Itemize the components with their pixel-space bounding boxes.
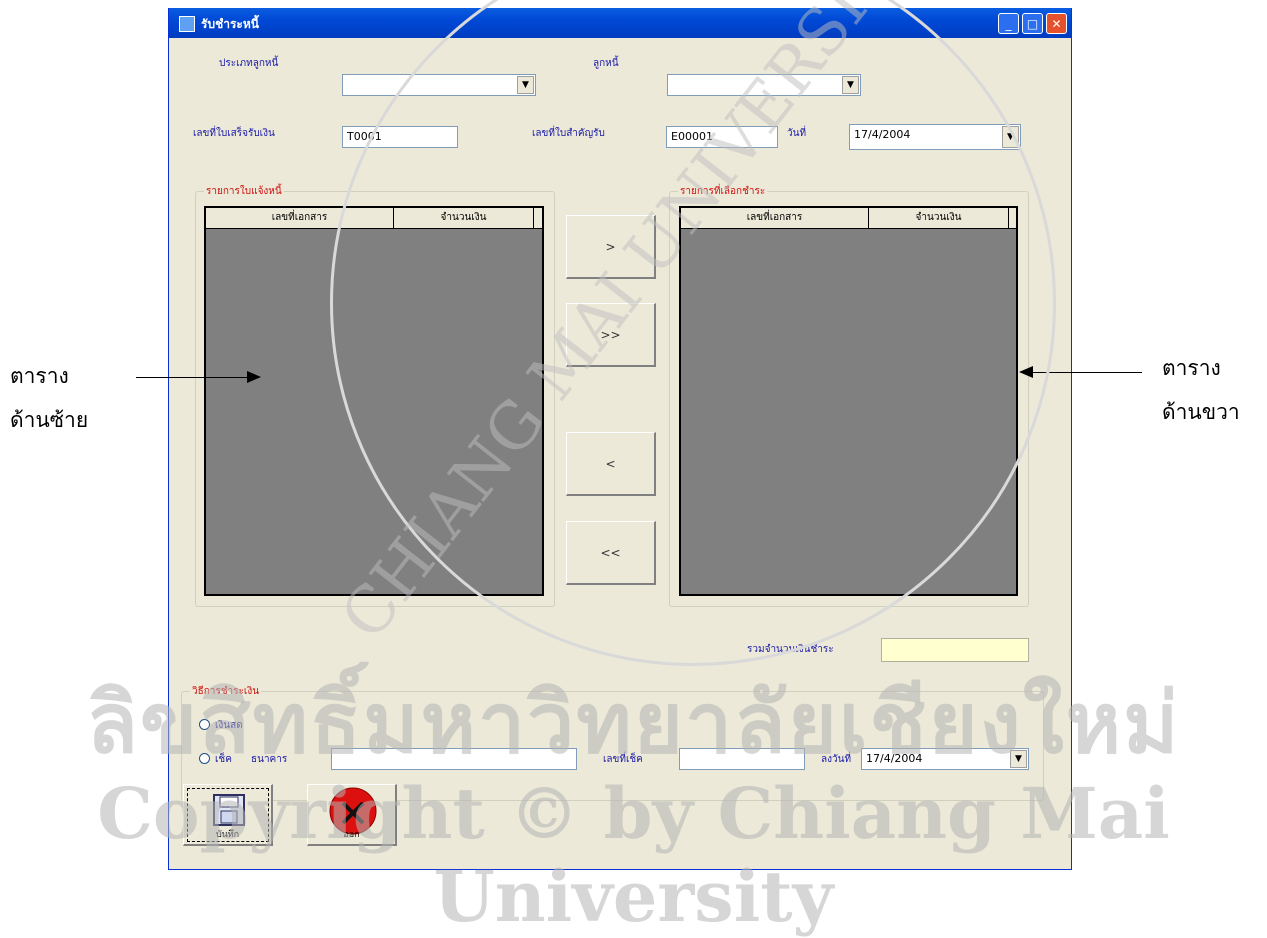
receipt-no-field[interactable]: T0001 <box>342 126 458 148</box>
total-field <box>881 638 1029 662</box>
right-arrow <box>1030 372 1142 373</box>
column-header[interactable]: จำนวนเงิน <box>394 208 534 228</box>
left-grid-header: เลขที่เอกสาร จำนวนเงิน <box>206 208 542 229</box>
minimize-button[interactable]: _ <box>998 13 1019 34</box>
chevron-down-icon[interactable]: ▼ <box>517 76 534 94</box>
selected-group-title: รายการที่เลือกชำระ <box>678 184 768 199</box>
left-annotation: ตาราง ด้านซ้าย <box>10 354 88 442</box>
arrow-right-icon <box>247 371 261 383</box>
cheque-date-picker[interactable]: 17/4/2004 ▼ <box>861 748 1029 770</box>
left-annotation-line2: ด้านซ้าย <box>10 408 89 432</box>
column-header[interactable]: จำนวนเงิน <box>869 208 1009 228</box>
arrow-left-icon <box>1019 366 1033 378</box>
move-all-right-button[interactable]: >> <box>566 303 656 367</box>
floppy-disk-icon <box>213 794 245 826</box>
voucher-no-label: เลขที่ใบสำคัญรับ <box>532 128 605 139</box>
window-title: รับชำระหนี้ <box>201 17 259 31</box>
close-button[interactable]: ✕ <box>1046 13 1067 34</box>
left-grid[interactable]: เลขที่เอกสาร จำนวนเงิน <box>204 206 544 596</box>
app-icon <box>179 16 195 32</box>
receipt-no-label: เลขที่ใบเสร็จรับเงิน <box>193 128 275 139</box>
left-annotation-line1: ตาราง <box>10 364 69 388</box>
chevron-down-icon[interactable]: ▼ <box>1002 126 1019 148</box>
move-one-left-button[interactable]: < <box>566 432 656 496</box>
move-one-right-button[interactable]: > <box>566 215 656 279</box>
debtor-combo[interactable]: ▼ <box>667 74 861 96</box>
payment-group-title: วิธีการชำระเงิน <box>190 684 262 699</box>
save-button[interactable]: บันทึก <box>183 784 273 846</box>
maximize-button[interactable]: □ <box>1022 13 1043 34</box>
cheque-radio[interactable] <box>199 753 210 764</box>
selected-group: รายการที่เลือกชำระ เลขที่เอกสาร จำนวนเงิ… <box>669 184 1029 607</box>
save-label: บันทึก <box>215 830 240 840</box>
cash-radio[interactable] <box>199 719 210 730</box>
right-annotation: ตาราง ด้านขวา <box>1162 346 1240 434</box>
invoice-group-title: รายการใบแจ้งหนี้ <box>204 184 284 199</box>
move-all-left-button[interactable]: << <box>566 521 656 585</box>
payment-window: รับชำระหนี้ _ □ ✕ ประเภทลูกหนี้ ▼ ลูกหนี… <box>168 8 1072 870</box>
exit-button[interactable]: ออก <box>307 784 397 846</box>
chevron-down-icon[interactable]: ▼ <box>842 76 859 94</box>
right-grid-header: เลขที่เอกสาร จำนวนเงิน <box>681 208 1016 229</box>
voucher-no-field[interactable]: E00001 <box>666 126 778 148</box>
right-annotation-line2: ด้านขวา <box>1162 400 1240 424</box>
chevron-down-icon[interactable]: ▼ <box>1010 750 1027 768</box>
right-annotation-line1: ตาราง <box>1162 356 1221 380</box>
exit-label: ออก <box>343 830 360 840</box>
column-header[interactable]: เลขที่เอกสาร <box>681 208 869 228</box>
date-picker[interactable]: 17/4/2004 ▼ <box>849 124 1021 150</box>
customer-type-label: ประเภทลูกหนี้ <box>219 58 279 69</box>
cheque-no-field[interactable] <box>679 748 805 770</box>
customer-type-combo[interactable]: ▼ <box>342 74 536 96</box>
cash-label: เงินสด <box>215 720 243 731</box>
total-label: รวมจำนวนเงินชำระ <box>747 644 834 655</box>
column-header[interactable]: เลขที่เอกสาร <box>206 208 394 228</box>
bank-field[interactable] <box>331 748 577 770</box>
cheque-label: เช็ค <box>215 754 232 765</box>
debtor-label: ลูกหนี้ <box>593 58 619 69</box>
bank-label: ธนาคาร <box>251 754 288 765</box>
date-label: วันที่ <box>787 128 807 139</box>
title-bar: รับชำระหนี้ _ □ ✕ <box>169 8 1071 38</box>
cheque-date-label: ลงวันที่ <box>821 754 852 765</box>
invoice-group: รายการใบแจ้งหนี้ เลขที่เอกสาร จำนวนเงิน <box>195 184 555 607</box>
right-grid[interactable]: เลขที่เอกสาร จำนวนเงิน <box>679 206 1018 596</box>
cheque-no-label: เลขที่เช็ค <box>603 754 643 765</box>
left-arrow <box>136 377 256 378</box>
